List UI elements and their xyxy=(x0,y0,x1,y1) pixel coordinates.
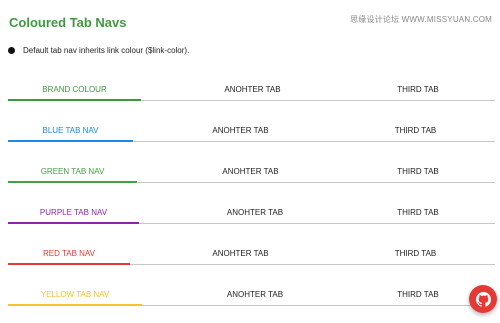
tab-nav-purple: PURPLE TAB NAV ANOHTER TAB THIRD TAB xyxy=(8,201,495,224)
tab-nav-red: RED TAB NAV ANOHTER TAB THIRD TAB xyxy=(8,242,495,265)
tab-third[interactable]: THIRD TAB xyxy=(348,119,483,141)
tab-yellow-nav[interactable]: YELLOW TAB NAV xyxy=(8,283,142,306)
tab-third[interactable]: THIRD TAB xyxy=(353,78,483,100)
tab-green-nav[interactable]: GREEN TAB NAV xyxy=(8,160,137,183)
github-fab-button[interactable] xyxy=(469,285,497,313)
tab-blue-nav[interactable]: BLUE TAB NAV xyxy=(8,119,133,142)
tab-nav-green: GREEN TAB NAV ANOHTER TAB THIRD TAB xyxy=(8,160,495,183)
tab-another[interactable]: ANOHTER TAB xyxy=(180,283,330,305)
tab-nav-yellow: YELLOW TAB NAV ANOHTER TAB THIRD TAB xyxy=(8,283,495,306)
tab-third[interactable]: THIRD TAB xyxy=(353,201,483,223)
tab-nav-brand: BRAND COLOUR ANOHTER TAB THIRD TAB xyxy=(8,78,495,101)
tab-another[interactable]: ANOHTER TAB xyxy=(168,119,313,141)
tab-another[interactable]: ANOHTER TAB xyxy=(168,242,313,264)
note-row: Default tab nav inherits link colour ($l… xyxy=(8,46,189,55)
github-icon xyxy=(475,291,491,307)
tab-nav-blue: BLUE TAB NAV ANOHTER TAB THIRD TAB xyxy=(8,119,495,142)
tab-another[interactable]: ANOHTER TAB xyxy=(180,201,330,223)
note-text: Default tab nav inherits link colour ($l… xyxy=(23,46,190,55)
tab-third[interactable]: THIRD TAB xyxy=(353,160,483,182)
bullet-icon xyxy=(8,47,15,54)
tab-another[interactable]: ANOHTER TAB xyxy=(180,78,325,100)
tab-red-nav[interactable]: RED TAB NAV xyxy=(8,242,130,265)
tab-purple-nav[interactable]: PURPLE TAB NAV xyxy=(8,201,139,224)
tab-brand-colour[interactable]: BRAND COLOUR xyxy=(8,78,141,101)
tab-third[interactable]: THIRD TAB xyxy=(353,283,483,305)
tab-another[interactable]: ANOHTER TAB xyxy=(178,160,323,182)
page-title: Coloured Tab Navs xyxy=(9,15,127,30)
watermark: 思缘设计论坛 WWW.MISSYUAN.COM xyxy=(350,15,492,24)
tab-third[interactable]: THIRD TAB xyxy=(348,242,483,264)
